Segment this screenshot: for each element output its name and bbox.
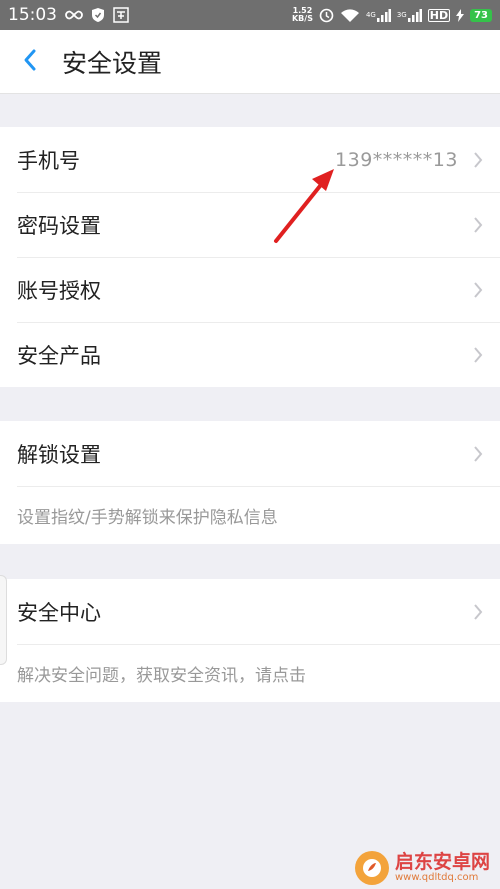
row-label: 账号授权 (17, 278, 101, 303)
net-speed: 1.52 KB/S (291, 6, 313, 23)
phone-number-value: 139******13 (335, 148, 458, 171)
row-label: 安全产品 (17, 343, 101, 368)
unlock-settings-hint: 设置指纹/手势解锁来保护隐私信息 (0, 486, 500, 544)
status-bar: 15:03 1.52 KB/S 4G 3G HD 73 (0, 0, 500, 30)
row-label: 解锁设置 (17, 442, 101, 467)
unlock-settings-row[interactable]: 解锁设置 (0, 421, 500, 486)
back-arrow-icon (22, 48, 38, 76)
row-label: 安全中心 (17, 600, 101, 625)
charging-icon (456, 8, 465, 22)
row-label: 密码设置 (17, 213, 101, 238)
signal-icon-1: 4G (366, 8, 391, 22)
infinity-icon (65, 10, 83, 20)
security-products-row[interactable]: 安全产品 (0, 322, 500, 387)
security-center-group: 安全中心 解决安全问题，获取安全资讯，请点击 (0, 579, 500, 702)
signal-icon-2: 3G (397, 8, 422, 22)
chevron-right-icon (470, 280, 486, 300)
chevron-right-icon (470, 215, 486, 235)
hd-badge: HD (427, 8, 451, 22)
chevron-right-icon (470, 150, 486, 170)
watermark: 启东安卓网 www.qdltdq.com (354, 850, 490, 885)
unlock-settings-group: 解锁设置 设置指纹/手势解锁来保护隐私信息 (0, 421, 500, 544)
watermark-name: 启东安卓网 (394, 850, 490, 873)
shield-icon (91, 7, 105, 23)
phone-number-row[interactable]: 手机号 139******13 (0, 127, 500, 192)
alarm-icon (319, 8, 334, 23)
wifi-icon (340, 8, 360, 23)
password-settings-row[interactable]: 密码设置 (0, 192, 500, 257)
page-title: 安全设置 (62, 48, 163, 78)
chevron-right-icon (470, 345, 486, 365)
battery-badge: 73 (470, 8, 492, 22)
account-authorization-row[interactable]: 账号授权 (0, 257, 500, 322)
status-time: 15:03 (8, 5, 57, 25)
row-label: 手机号 (17, 148, 80, 173)
edge-drag-handle[interactable] (0, 575, 7, 665)
watermark-logo-icon (354, 851, 389, 885)
security-center-row[interactable]: 安全中心 (0, 579, 500, 644)
chevron-right-icon (470, 602, 486, 622)
watermark-url: www.qdltdq.com (394, 871, 479, 883)
back-button[interactable] (0, 30, 60, 94)
account-security-group: 手机号 139******13 密码设置 账号授权 安全产品 (0, 127, 500, 387)
notification-icon (113, 7, 129, 23)
chevron-right-icon (470, 444, 486, 464)
header: 安全设置 (0, 30, 500, 94)
security-center-hint: 解决安全问题，获取安全资讯，请点击 (0, 644, 500, 702)
